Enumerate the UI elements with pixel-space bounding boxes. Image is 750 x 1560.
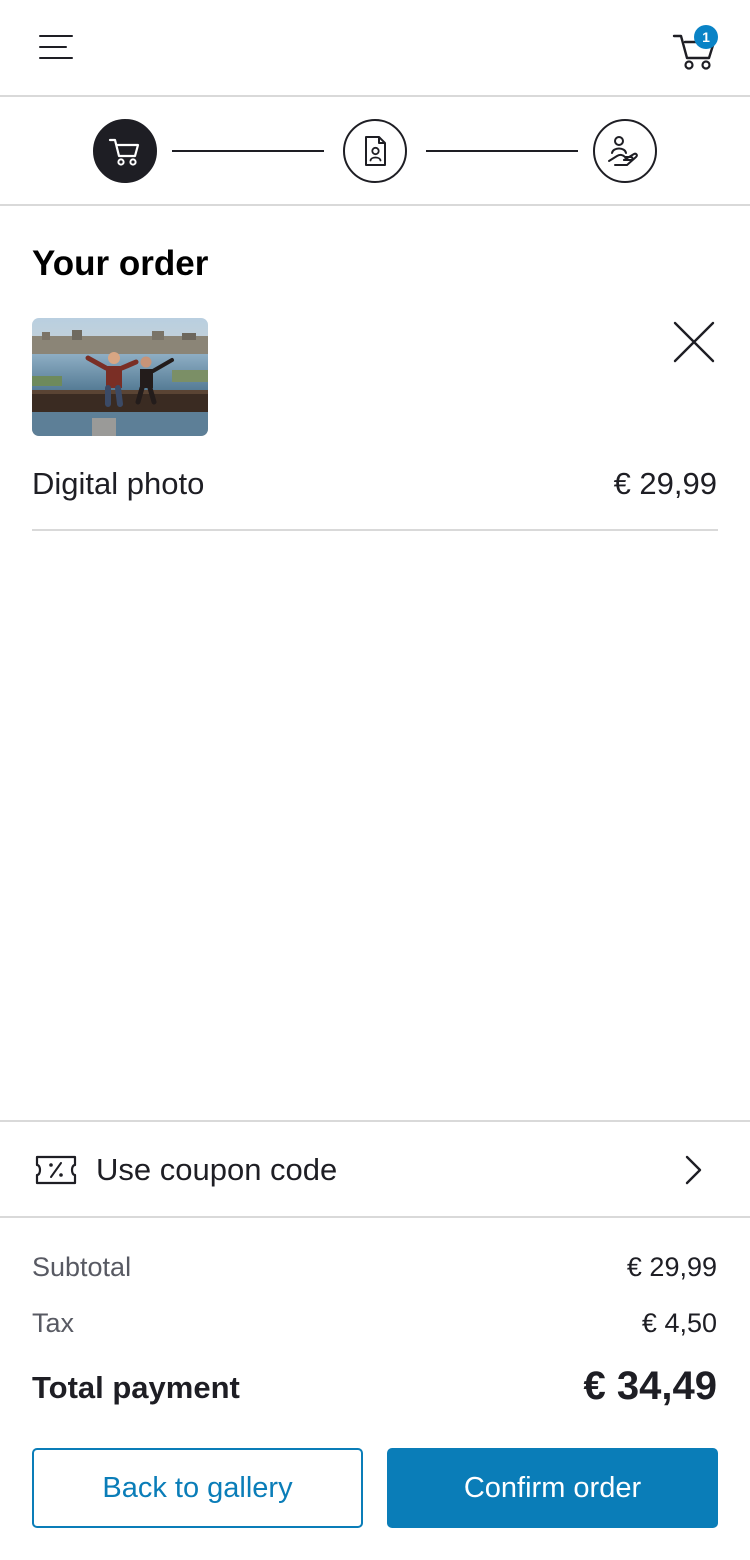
back-to-gallery-button[interactable]: Back to gallery: [32, 1448, 363, 1528]
photo-image: [32, 318, 208, 436]
contact-document-icon: [365, 136, 386, 166]
total-label: Total payment: [32, 1370, 240, 1405]
product-thumbnail: [32, 318, 208, 436]
step-details[interactable]: [343, 119, 407, 183]
top-bar: 1: [0, 0, 750, 97]
shopping-cart-icon: [108, 138, 140, 166]
coupon-label: Use coupon code: [96, 1152, 338, 1187]
checkout-stepper: [0, 97, 750, 206]
step-connector: [172, 150, 324, 152]
total-value: € 34,49: [583, 1364, 717, 1408]
close-icon: [673, 321, 715, 363]
tax-value: € 4,50: [641, 1308, 717, 1338]
remove-item-button[interactable]: [668, 316, 720, 368]
subtotal-value: € 29,99: [626, 1252, 717, 1282]
subtotal-label: Subtotal: [32, 1252, 132, 1282]
coupon-ticket-icon: [35, 1155, 77, 1185]
coupon-code-row[interactable]: Use coupon code: [0, 1120, 750, 1218]
cart-button[interactable]: 1: [668, 22, 724, 74]
divider: [32, 529, 718, 531]
confirm-order-button[interactable]: Confirm order: [387, 1448, 718, 1528]
hamburger-menu-icon[interactable]: [34, 26, 78, 68]
chevron-right-icon: [685, 1155, 702, 1185]
person-hand-icon: [608, 136, 638, 166]
step-payment[interactable]: [593, 119, 657, 183]
step-connector: [426, 150, 578, 152]
item-price: € 29,99: [613, 466, 717, 501]
step-cart[interactable]: [93, 119, 157, 183]
cart-count-badge: 1: [694, 25, 718, 49]
page-title: Your order: [32, 244, 209, 283]
tax-label: Tax: [32, 1308, 75, 1338]
item-name: Digital photo: [32, 466, 205, 501]
